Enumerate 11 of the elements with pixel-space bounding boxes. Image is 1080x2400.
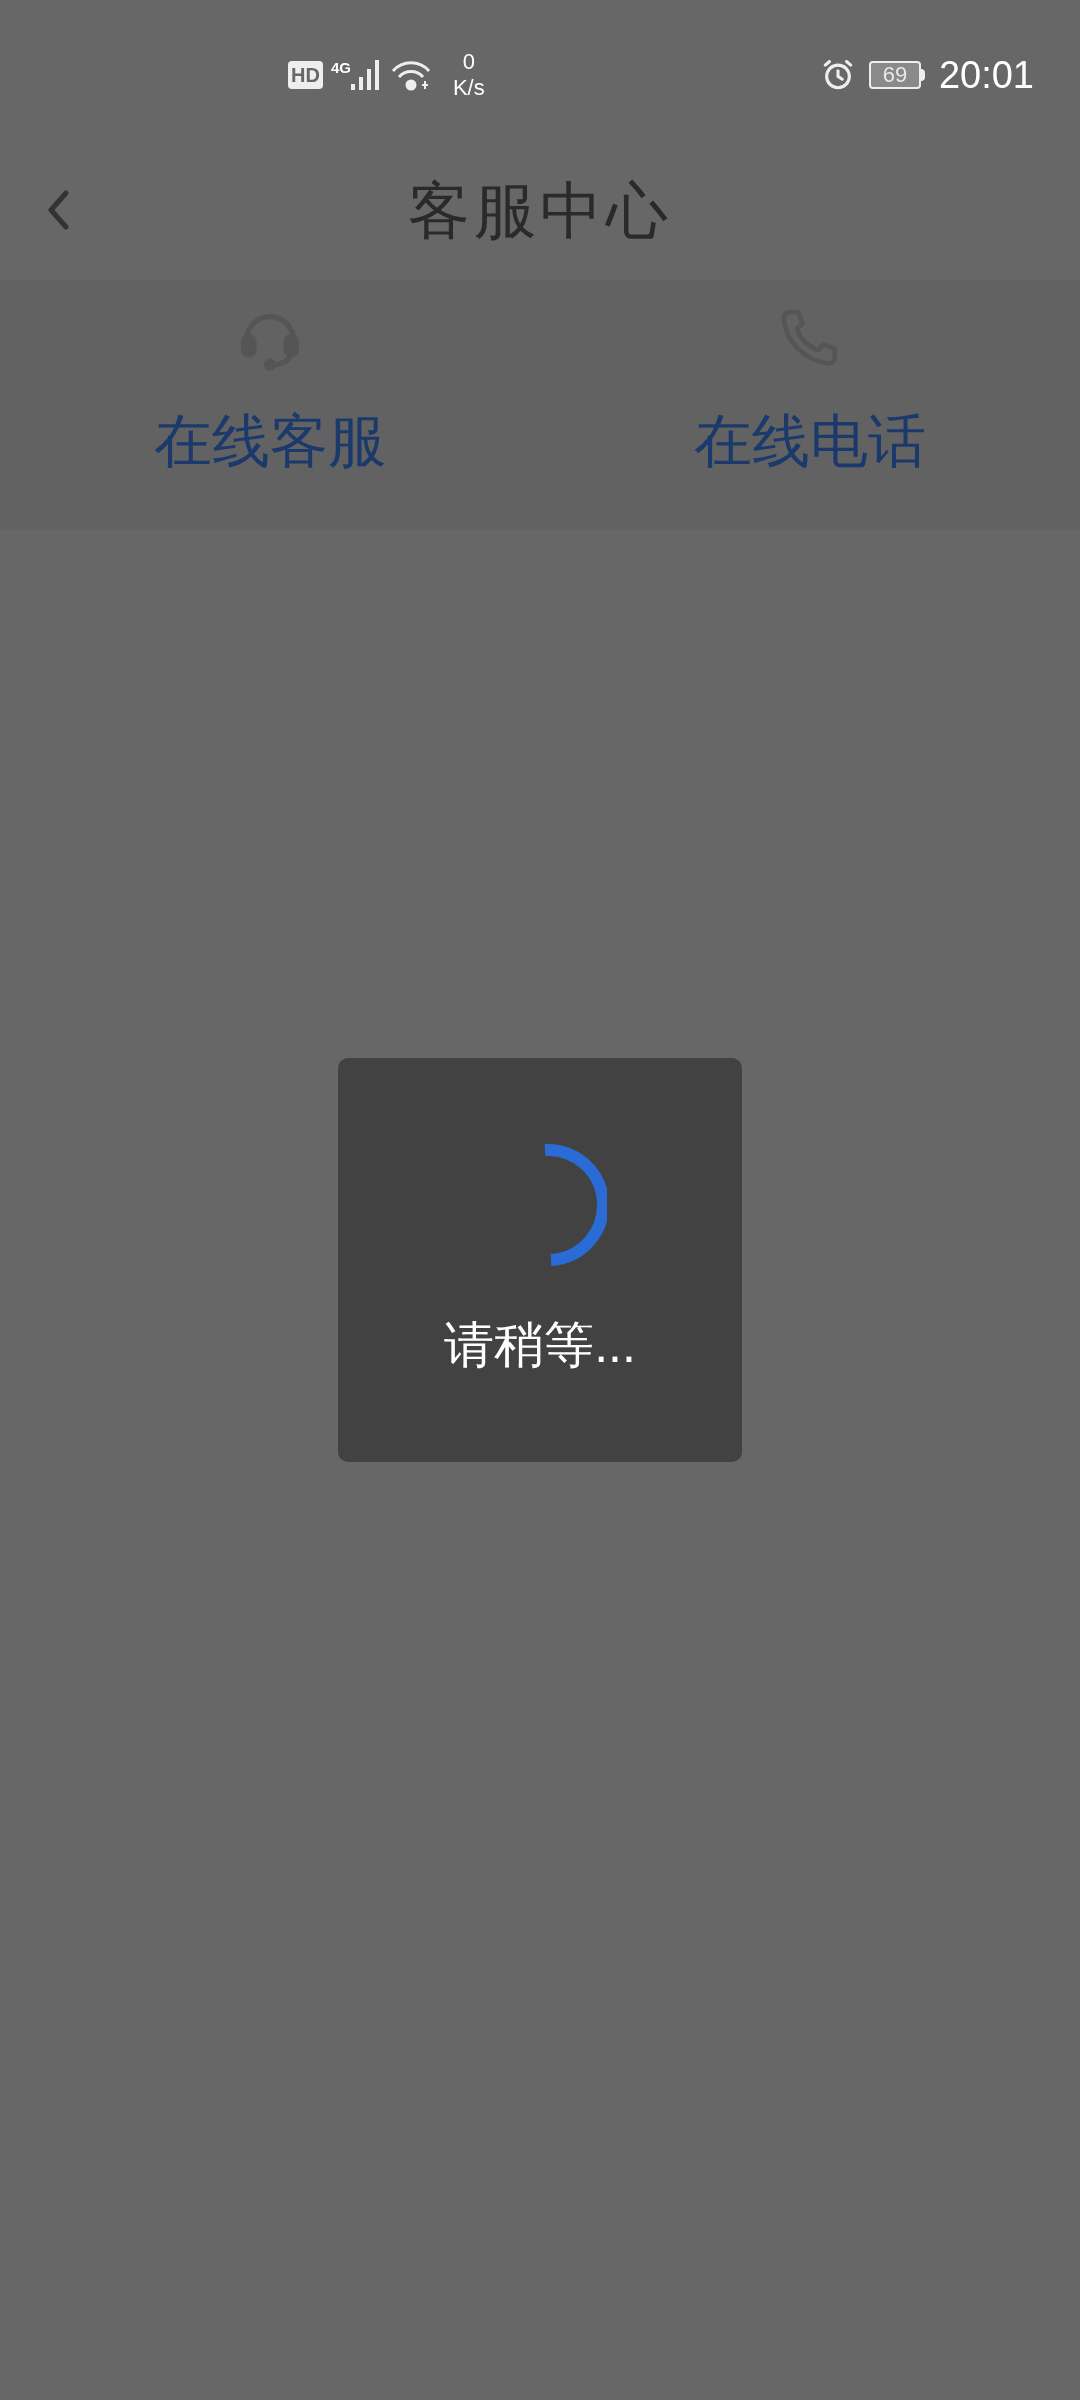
service-tab[interactable]: 在线电话 <box>540 280 1080 530</box>
status-time: 20:01 <box>938 52 1034 98</box>
speed-value: 0 <box>462 49 475 75</box>
service-tab[interactable]: 在线客服 <box>0 280 540 530</box>
loading-message: 请稍等... <box>444 1320 636 1370</box>
back-icon <box>47 190 69 230</box>
battery-level: 69 <box>882 64 908 86</box>
page-title: 客服中心 <box>408 174 672 247</box>
speed-unit: K/s <box>452 75 485 101</box>
network-type: 4G <box>330 60 351 75</box>
hd-badge: HD <box>288 61 323 89</box>
